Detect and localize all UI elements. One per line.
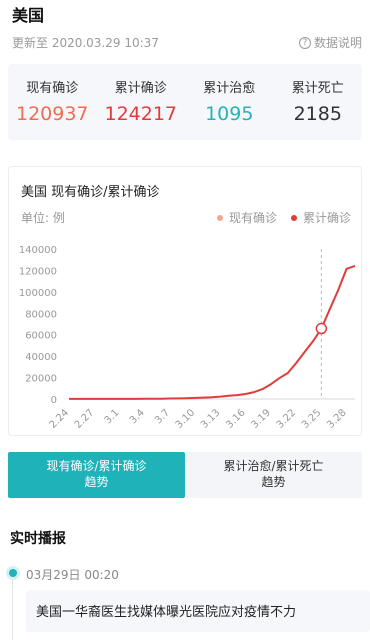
- update-time: 更新至 2020.03.29 10:37: [12, 36, 159, 50]
- stat-current-confirmed: 现有确诊 120937: [8, 64, 97, 140]
- stat-total-recovered: 累计治愈 1095: [185, 64, 274, 140]
- stat-total-deaths: 累计死亡 2185: [274, 64, 363, 140]
- tab-label-line2: 趋势: [84, 475, 109, 489]
- chart-unit: 单位: 例: [21, 211, 65, 225]
- x-tick-label: 3.13: [199, 407, 223, 431]
- stat-label: 累计确诊: [114, 81, 167, 96]
- stats-panel: 现有确诊 120937 累计确诊 124217 累计治愈 1095 累计死亡 2…: [8, 64, 362, 140]
- stat-value: 120937: [15, 103, 89, 125]
- x-tick-label: 3.16: [224, 407, 248, 431]
- y-tick-label: 120000: [19, 266, 57, 277]
- x-tick-label: 3.25: [300, 407, 324, 431]
- stat-label: 累计死亡: [291, 81, 344, 96]
- page-header: 美国 更新至 2020.03.29 10:37 ? 数据说明: [12, 6, 362, 51]
- tab-label-line2: 趋势: [261, 475, 286, 489]
- tab-confirmed-trend[interactable]: 现有确诊/累计确诊 趋势: [8, 452, 185, 498]
- x-tick-label: 2.24: [48, 407, 72, 431]
- tab-label-line1: 累计治愈/累计死亡: [223, 459, 324, 473]
- x-tick-label: 3.19: [249, 407, 273, 431]
- stat-label: 现有确诊: [26, 81, 79, 96]
- y-tick-label: 40000: [25, 352, 57, 363]
- legend-label: 累计确诊: [302, 211, 351, 225]
- data-explanation-link[interactable]: ? 数据说明: [298, 34, 362, 51]
- trend-chart-card: 0 20000 40000 60000 80000 100000 120000 140000 2…: [8, 166, 362, 436]
- x-tick-label: 3.10: [174, 407, 198, 431]
- legend-item-total[interactable]: 累计确诊: [290, 209, 351, 226]
- news-headline: 美国一华裔医生找媒体曝光医院应对疫情不力: [36, 605, 297, 620]
- live-report-title: 实时播报: [10, 531, 66, 547]
- tab-label-line1: 现有确诊/累计确诊: [46, 459, 147, 473]
- x-tick-label: 3.7: [153, 407, 172, 426]
- y-tick-label: 60000: [25, 331, 57, 342]
- x-tick-label: 3.22: [275, 407, 299, 431]
- legend-dot: [216, 214, 223, 221]
- trend-chart[interactable]: 0 20000 40000 60000 80000 100000 120000 140000 2…: [9, 167, 363, 437]
- data-explanation-label: 数据说明: [313, 36, 362, 50]
- y-tick-label: 80000: [25, 309, 57, 320]
- x-tick-label: 3.4: [128, 407, 147, 426]
- y-tick-label: 100000: [19, 288, 57, 299]
- news-time: 03月29日 00:20: [26, 568, 119, 582]
- y-tick-label: 140000: [19, 245, 57, 256]
- legend-item-current[interactable]: 现有确诊: [216, 209, 277, 226]
- stat-label: 累计治愈: [203, 81, 256, 96]
- legend-label: 现有确诊: [228, 211, 277, 225]
- x-tick-label: 3.28: [325, 407, 349, 431]
- y-tick-label: 20000: [25, 374, 57, 385]
- series-line: [69, 264, 356, 400]
- stat-value: 2185: [293, 103, 342, 125]
- chart-legend: 现有确诊 累计确诊: [216, 209, 351, 226]
- country-title: 美国: [12, 6, 45, 25]
- question-circle-icon: ?: [298, 36, 311, 49]
- chart-title: 美国 现有确诊/累计确诊: [21, 185, 160, 200]
- legend-dot: [290, 214, 297, 221]
- highlight-point: [315, 322, 328, 335]
- timeline-dot-icon: [9, 569, 17, 577]
- x-tick-label: 2.27: [73, 407, 97, 431]
- stat-value: 124217: [104, 103, 178, 125]
- x-tick-label: 3.1: [103, 407, 122, 426]
- stat-value: 1095: [205, 103, 254, 125]
- tab-recovered-deaths-trend[interactable]: 累计治愈/累计死亡 趋势: [185, 452, 362, 498]
- news-item[interactable]: 美国一华裔医生找媒体曝光医院应对疫情不力: [26, 590, 370, 632]
- stat-total-confirmed: 累计确诊 124217: [97, 64, 186, 140]
- y-tick-label: 0: [51, 395, 57, 406]
- timeline-line: [12, 580, 13, 640]
- trend-tabs: 现有确诊/累计确诊 趋势 累计治愈/累计死亡 趋势: [8, 452, 362, 498]
